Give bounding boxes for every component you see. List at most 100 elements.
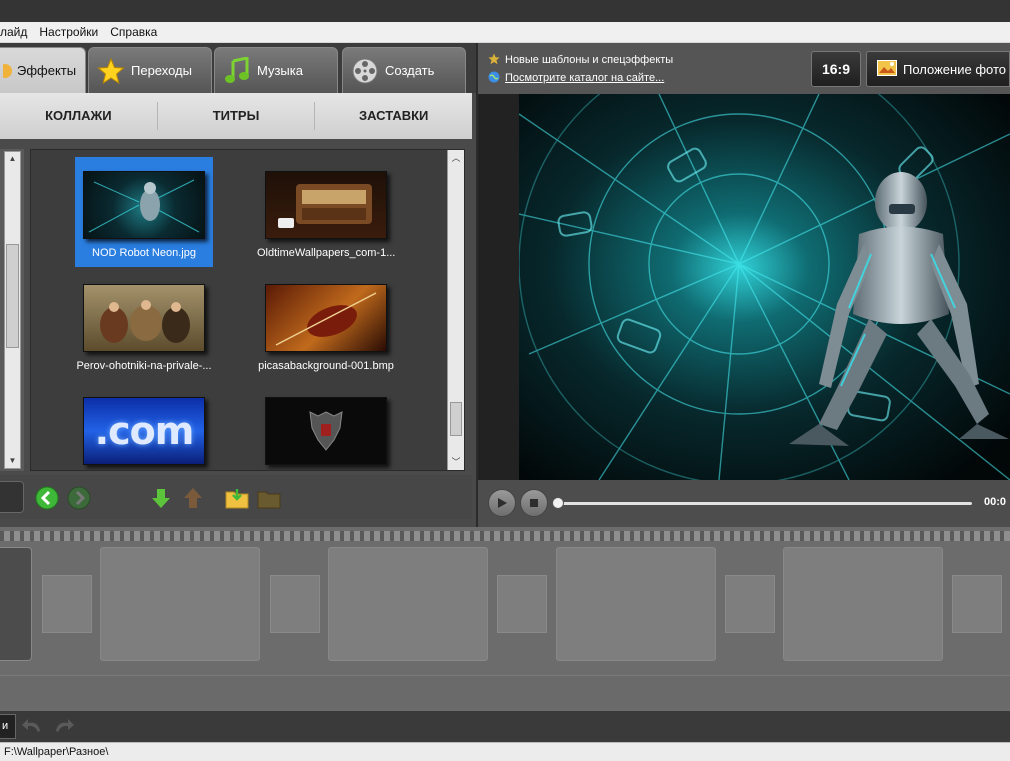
move-up-button[interactable]: [180, 485, 206, 511]
new-templates-line: Новые шаблоны и спецэффекты: [488, 51, 788, 69]
forward-arrow-icon: [67, 486, 91, 510]
menu-item-settings[interactable]: Настройки: [33, 22, 104, 42]
gallery-item[interactable]: OldtimeWallpapers_com-1...: [257, 157, 395, 267]
tab-bar: Эффекты Переходы Музыка Создать: [0, 43, 476, 93]
globe-icon: [488, 71, 500, 86]
gallery-item-caption: picasabackground-001.bmp: [258, 360, 394, 372]
tab-effects[interactable]: Эффекты: [0, 47, 86, 93]
tab-effects-label: Эффекты: [17, 63, 77, 78]
undo-icon[interactable]: [22, 717, 44, 738]
current-folder-path: F:\Wallpaper\Разное\: [4, 746, 109, 758]
menu-item-help[interactable]: Справка: [104, 22, 163, 42]
film-sprocket-strip: [0, 531, 1010, 541]
bottom-left-button[interactable]: и: [0, 714, 16, 739]
aspect-ratio-button[interactable]: 16:9: [811, 51, 861, 87]
gallery-item-caption: OldtimeWallpapers_com-1...: [257, 247, 396, 259]
gallery-item[interactable]: .com: [75, 383, 213, 470]
timeline-transition-slot[interactable]: [270, 575, 320, 633]
gallery-item[interactable]: Perov-ohotniki-na-privale-...: [75, 270, 213, 380]
gallery-item[interactable]: picasabackground-001.bmp: [257, 270, 395, 380]
timeline-transition-slot[interactable]: [725, 575, 775, 633]
subtab-titles[interactable]: ТИТРЫ: [158, 102, 316, 130]
folder-tree-panel: ▲ ▼: [0, 149, 24, 471]
down-arrow-icon: [152, 489, 170, 508]
dotcom-text: .com: [94, 409, 195, 453]
thumbnail-violin: [265, 284, 387, 352]
timeline-slide-slot[interactable]: [328, 547, 488, 661]
redo-icon[interactable]: [52, 717, 74, 738]
bottom-toolbar: и: [0, 711, 1010, 742]
play-button[interactable]: [488, 489, 516, 517]
tab-create-label: Создать: [385, 63, 435, 78]
star-icon: [97, 57, 125, 85]
timeline: [0, 527, 1010, 711]
seek-track[interactable]: [556, 502, 972, 505]
music-track[interactable]: [0, 675, 1010, 709]
tab-transitions[interactable]: Переходы: [88, 47, 212, 93]
back-arrow-icon: [35, 486, 59, 510]
player-controls: 00:0: [478, 480, 1010, 527]
folder-tree-scrollbar[interactable]: ▲ ▼: [4, 151, 21, 469]
catalog-line: Посмотрите каталог на сайте...: [488, 69, 788, 87]
timeline-transition-slot[interactable]: [42, 575, 92, 633]
status-bar: F:\Wallpaper\Разное\: [0, 742, 1010, 761]
time-display: 00:0: [984, 496, 1007, 508]
gallery-item[interactable]: NOD Robot Neon.jpg: [75, 157, 213, 267]
menu-bar: лайд Настройки Справка: [0, 22, 1010, 43]
scroll-up-icon[interactable]: ▲: [5, 152, 20, 166]
stop-button[interactable]: [520, 489, 548, 517]
subtab-bar: КОЛЛАЖИ ТИТРЫ ЗАСТАВКИ: [0, 93, 472, 139]
timeline-slide-slot[interactable]: [100, 547, 260, 661]
stop-icon: [530, 499, 538, 507]
title-bar: [0, 0, 1010, 22]
subtab-intros[interactable]: ЗАСТАВКИ: [315, 102, 472, 130]
timeline-transition-slot[interactable]: [497, 575, 547, 633]
folder-tree-scroll-thumb[interactable]: [6, 244, 19, 348]
subtab-collages[interactable]: КОЛЛАЖИ: [0, 102, 158, 130]
effects-icon: [3, 57, 13, 85]
thumbnail-radio: [265, 171, 387, 239]
gallery-toolbar: [0, 475, 472, 519]
tab-music[interactable]: Музыка: [214, 47, 338, 93]
thumbnail-painting: [83, 284, 205, 352]
folder-add-icon: [225, 489, 249, 509]
tab-music-label: Музыка: [257, 63, 303, 78]
star-icon: [488, 53, 500, 68]
scroll-up-icon[interactable]: ︿: [448, 150, 464, 166]
add-folder-button[interactable]: [224, 485, 250, 511]
thumbnail-robot: [83, 171, 205, 239]
play-icon: [498, 498, 507, 508]
tab-create[interactable]: Создать: [342, 47, 466, 93]
photo-position-label: Положение фото: [903, 61, 1006, 77]
gallery-item[interactable]: [257, 383, 395, 470]
path-field[interactable]: [0, 481, 24, 513]
timeline-slide-slot[interactable]: [0, 547, 32, 661]
seek-handle[interactable]: [552, 497, 564, 509]
catalog-link[interactable]: Посмотрите каталог на сайте...: [505, 72, 664, 84]
gallery-item-caption: Perov-ohotniki-na-privale-...: [76, 360, 212, 372]
preview-panel: Новые шаблоны и спецэффекты Посмотрите к…: [478, 43, 1010, 527]
thumbnail-dotcom: .com: [83, 397, 205, 465]
timeline-slide-slot[interactable]: [556, 547, 716, 661]
gallery-scrollbar[interactable]: ︿ ﹀: [447, 150, 464, 470]
slide-preview: [519, 94, 1010, 480]
remove-folder-button[interactable]: [256, 485, 282, 511]
photo-position-button[interactable]: Положение фото: [866, 51, 1010, 87]
scroll-down-icon[interactable]: ▼: [5, 454, 20, 468]
film-reel-icon: [351, 57, 379, 85]
left-panel: Эффекты Переходы Музыка Создать КОЛЛАЖИ …: [0, 43, 476, 527]
music-note-icon: [223, 56, 251, 85]
scroll-down-icon[interactable]: ﹀: [448, 454, 464, 470]
info-block: Новые шаблоны и спецэффекты Посмотрите к…: [488, 51, 788, 87]
menu-item-slide[interactable]: лайд: [0, 22, 33, 42]
gallery-scroll-thumb[interactable]: [450, 402, 462, 436]
timeline-slide-slot[interactable]: [783, 547, 943, 661]
preview-margin: [478, 94, 519, 480]
back-button[interactable]: [34, 485, 60, 511]
move-down-button[interactable]: [148, 485, 174, 511]
tab-transitions-label: Переходы: [131, 63, 192, 78]
forward-button[interactable]: [66, 485, 92, 511]
thumbnail-coat-of-arms: [265, 397, 387, 465]
preview-image-robot: [519, 94, 1010, 480]
timeline-transition-slot[interactable]: [952, 575, 1002, 633]
